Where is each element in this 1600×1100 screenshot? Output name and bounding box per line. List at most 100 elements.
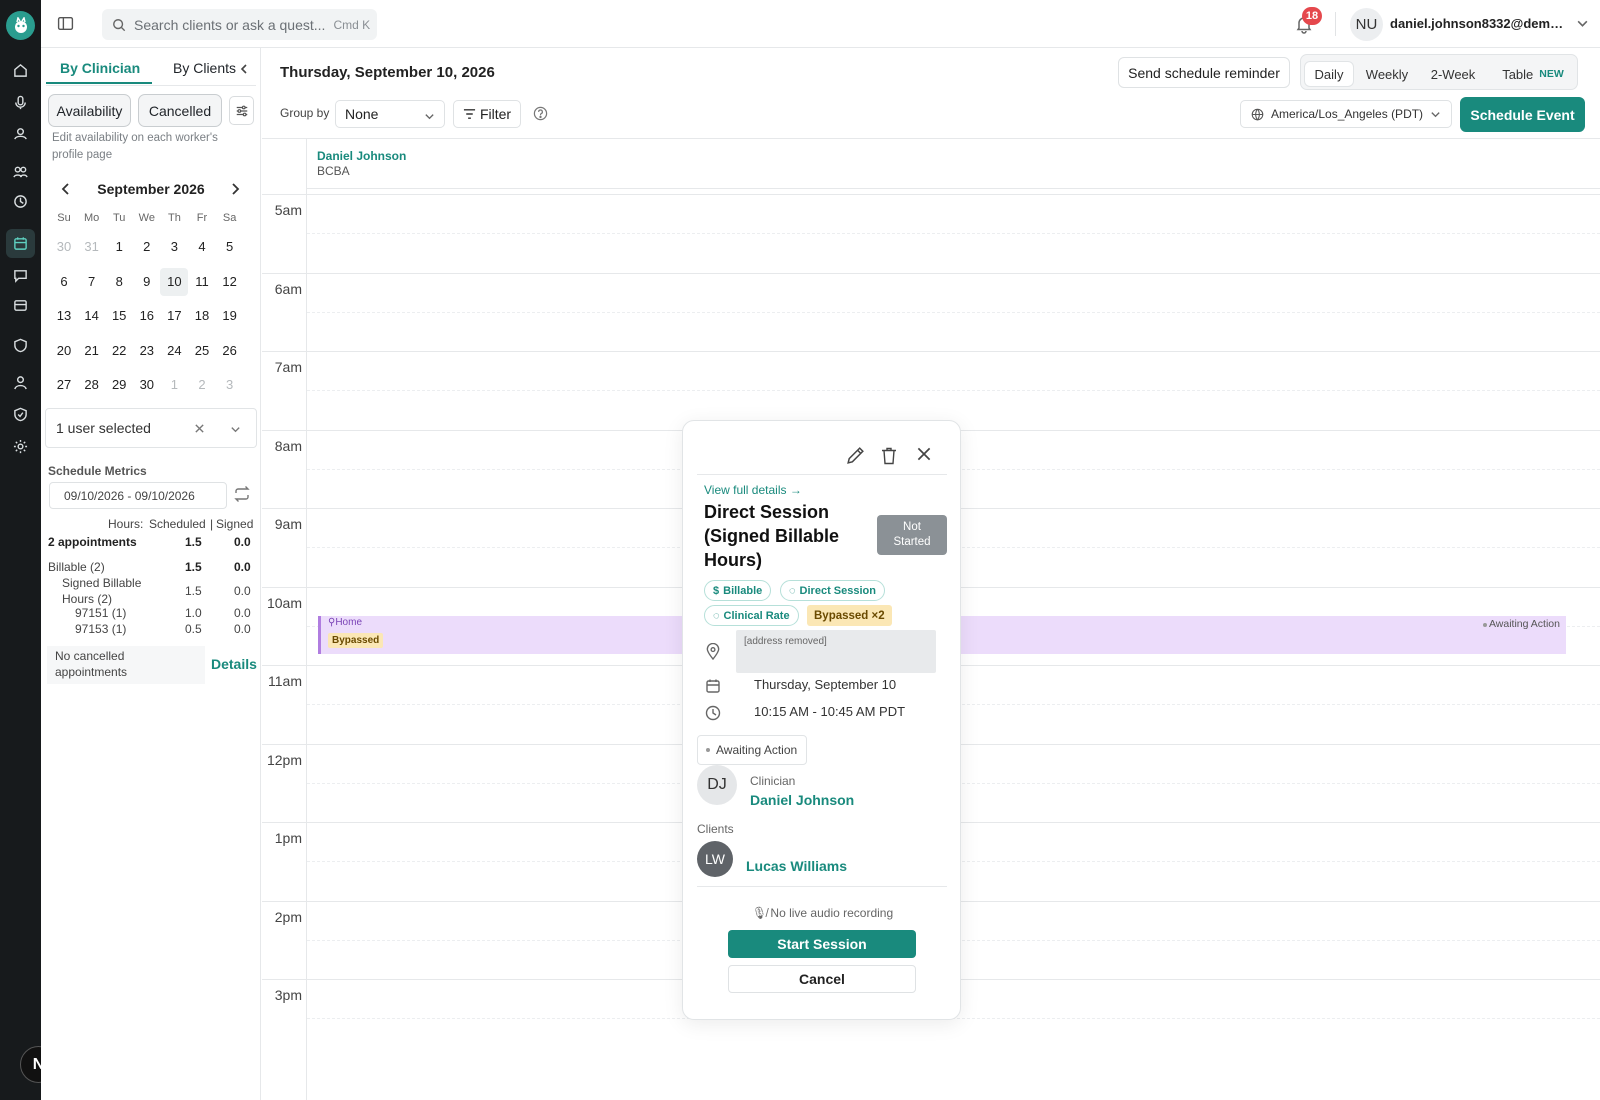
user-select[interactable]: 1 user selected bbox=[45, 408, 257, 448]
cancelled-button[interactable]: Cancelled bbox=[138, 94, 222, 127]
help-icon[interactable] bbox=[533, 106, 548, 121]
calendar-day[interactable]: 30 bbox=[50, 233, 78, 261]
calendar-day[interactable]: 23 bbox=[133, 337, 161, 365]
chevron-down-icon[interactable] bbox=[230, 422, 241, 438]
calendar-day[interactable]: 17 bbox=[160, 302, 188, 330]
calendar-day[interactable]: 20 bbox=[50, 337, 78, 365]
clinician-link[interactable]: Daniel Johnson bbox=[750, 792, 854, 808]
separator: | bbox=[210, 517, 214, 531]
hour-label: 6am bbox=[274, 280, 302, 297]
calendar-day[interactable]: 24 bbox=[160, 337, 188, 365]
calendar-day[interactable]: 1 bbox=[105, 233, 133, 261]
calendar-day[interactable]: 18 bbox=[188, 302, 216, 330]
clock-icon bbox=[705, 705, 722, 722]
settings-cog-icon[interactable] bbox=[11, 437, 30, 456]
view-2-week[interactable]: 2-Week bbox=[1423, 62, 1483, 86]
app-logo-icon[interactable] bbox=[6, 11, 35, 40]
search-input[interactable]: Search clients or ask a quest... Cmd K bbox=[102, 9, 377, 40]
bypassed-badge: Bypassed ×2 bbox=[807, 605, 892, 626]
filter-button[interactable]: Filter bbox=[453, 100, 521, 128]
refresh-icon[interactable] bbox=[233, 486, 251, 505]
view-table[interactable]: Table NEW bbox=[1491, 62, 1575, 86]
event-date: Thursday, September 10 bbox=[754, 677, 897, 692]
calendar-day[interactable]: 5 bbox=[216, 233, 244, 261]
calendar-day[interactable]: 6 bbox=[50, 268, 78, 296]
chat-icon[interactable] bbox=[11, 266, 30, 285]
search-shortcut: Cmd K bbox=[333, 17, 371, 32]
close-icon[interactable] bbox=[915, 445, 937, 467]
calendar-day[interactable]: 19 bbox=[216, 302, 244, 330]
calendar-day[interactable]: 25 bbox=[188, 337, 216, 365]
calendar-day[interactable]: 12 bbox=[216, 268, 244, 296]
calendar-day[interactable]: 10 bbox=[160, 267, 189, 296]
group-by-select[interactable]: None bbox=[335, 100, 445, 128]
chevron-left-icon[interactable] bbox=[239, 63, 249, 78]
schedule-event-button[interactable]: Schedule Event bbox=[1460, 97, 1585, 132]
metric-scheduled: 1.5 bbox=[185, 584, 202, 598]
calendar-day[interactable]: 11 bbox=[188, 268, 216, 296]
users-icon[interactable] bbox=[11, 124, 30, 143]
calendar-day[interactable]: 27 bbox=[50, 371, 78, 399]
calendar-day[interactable]: 1 bbox=[160, 371, 188, 399]
prev-month-icon[interactable] bbox=[55, 178, 77, 200]
calendar-day[interactable]: 16 bbox=[133, 302, 161, 330]
calendar-day[interactable]: 2 bbox=[133, 233, 161, 261]
divider bbox=[1335, 12, 1336, 36]
active-tab-indicator bbox=[46, 82, 152, 84]
calendar-day[interactable]: 3 bbox=[160, 233, 188, 261]
metrics-date-range[interactable]: 09/10/2026 - 09/10/2026 bbox=[49, 482, 227, 509]
calendar-day[interactable]: 4 bbox=[188, 233, 216, 261]
calendar-day[interactable]: 9 bbox=[133, 268, 161, 296]
loader-icon: ◌ bbox=[713, 609, 720, 622]
chevron-down-icon[interactable] bbox=[1576, 17, 1589, 30]
user-email[interactable]: daniel.johnson8332@demo.al... bbox=[1390, 16, 1570, 31]
next-month-icon[interactable] bbox=[224, 178, 246, 200]
clear-icon[interactable] bbox=[194, 421, 205, 437]
billing-icon[interactable] bbox=[11, 296, 30, 315]
user-avatar[interactable]: NU bbox=[1350, 8, 1383, 41]
calendar-icon[interactable] bbox=[6, 229, 35, 258]
trash-icon[interactable] bbox=[879, 445, 901, 467]
details-link[interactable]: Details bbox=[211, 656, 257, 672]
start-session-button[interactable]: Start Session bbox=[728, 930, 916, 958]
view-weekly[interactable]: Weekly bbox=[1357, 62, 1417, 86]
view-full-details-link[interactable]: View full details → bbox=[704, 483, 802, 497]
calendar-day[interactable]: 13 bbox=[50, 302, 78, 330]
view-daily[interactable]: Daily bbox=[1305, 62, 1353, 86]
microphone-icon[interactable] bbox=[11, 93, 30, 112]
calendar-day[interactable]: 29 bbox=[105, 371, 133, 399]
calendar-day[interactable]: 8 bbox=[105, 268, 133, 296]
shield-icon[interactable] bbox=[11, 336, 30, 355]
edit-icon[interactable] bbox=[845, 445, 867, 467]
cancel-button[interactable]: Cancel bbox=[728, 965, 916, 993]
sidebar-toggle-icon[interactable] bbox=[57, 15, 74, 32]
clinician-name[interactable]: Daniel Johnson bbox=[317, 149, 406, 163]
calendar-day[interactable]: 26 bbox=[216, 337, 244, 365]
calendar-day[interactable]: 22 bbox=[105, 337, 133, 365]
tab-by-clinician[interactable]: By Clinician bbox=[60, 60, 140, 76]
person-icon[interactable] bbox=[11, 373, 30, 392]
status-dot bbox=[1482, 623, 1487, 627]
calendar-day[interactable]: 7 bbox=[78, 268, 106, 296]
calendar-day[interactable]: 30 bbox=[133, 371, 161, 399]
sliders-icon[interactable] bbox=[229, 96, 254, 125]
signed-label: Signed bbox=[216, 517, 254, 531]
send-reminder-button[interactable]: Send schedule reminder bbox=[1118, 57, 1290, 88]
client-link[interactable]: Lucas Williams bbox=[746, 858, 847, 874]
clock-icon[interactable] bbox=[11, 192, 30, 211]
calendar-day[interactable]: 21 bbox=[78, 337, 106, 365]
home-icon[interactable] bbox=[11, 61, 30, 80]
calendar-day[interactable]: 14 bbox=[78, 302, 106, 330]
calendar-day[interactable]: 15 bbox=[105, 302, 133, 330]
calendar-day[interactable]: 3 bbox=[216, 371, 244, 399]
clinician-label: Clinician bbox=[750, 774, 796, 788]
calendar-day[interactable]: 31 bbox=[78, 233, 106, 261]
calendar-day[interactable]: 28 bbox=[78, 371, 106, 399]
shield-check-icon[interactable] bbox=[11, 405, 30, 424]
tab-by-clients[interactable]: By Clients bbox=[173, 60, 236, 76]
timezone-select[interactable]: America/Los_Angeles (PDT) bbox=[1240, 100, 1452, 128]
metric-signed: 0.0 bbox=[234, 584, 251, 598]
calendar-day[interactable]: 2 bbox=[188, 371, 216, 399]
team-icon[interactable] bbox=[11, 162, 30, 181]
availability-button[interactable]: Availability bbox=[48, 94, 131, 127]
